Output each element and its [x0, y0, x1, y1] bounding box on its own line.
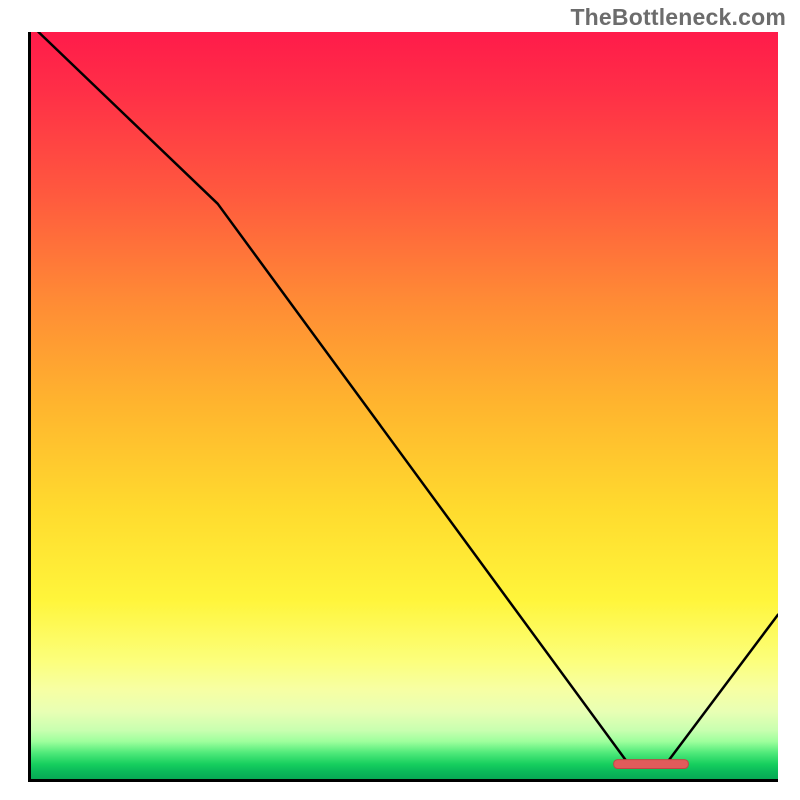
watermark-text: TheBottleneck.com [570, 4, 786, 31]
optimum-marker-rect [614, 760, 689, 769]
bottleneck-chart [28, 32, 778, 782]
optimum-marker [31, 32, 778, 779]
